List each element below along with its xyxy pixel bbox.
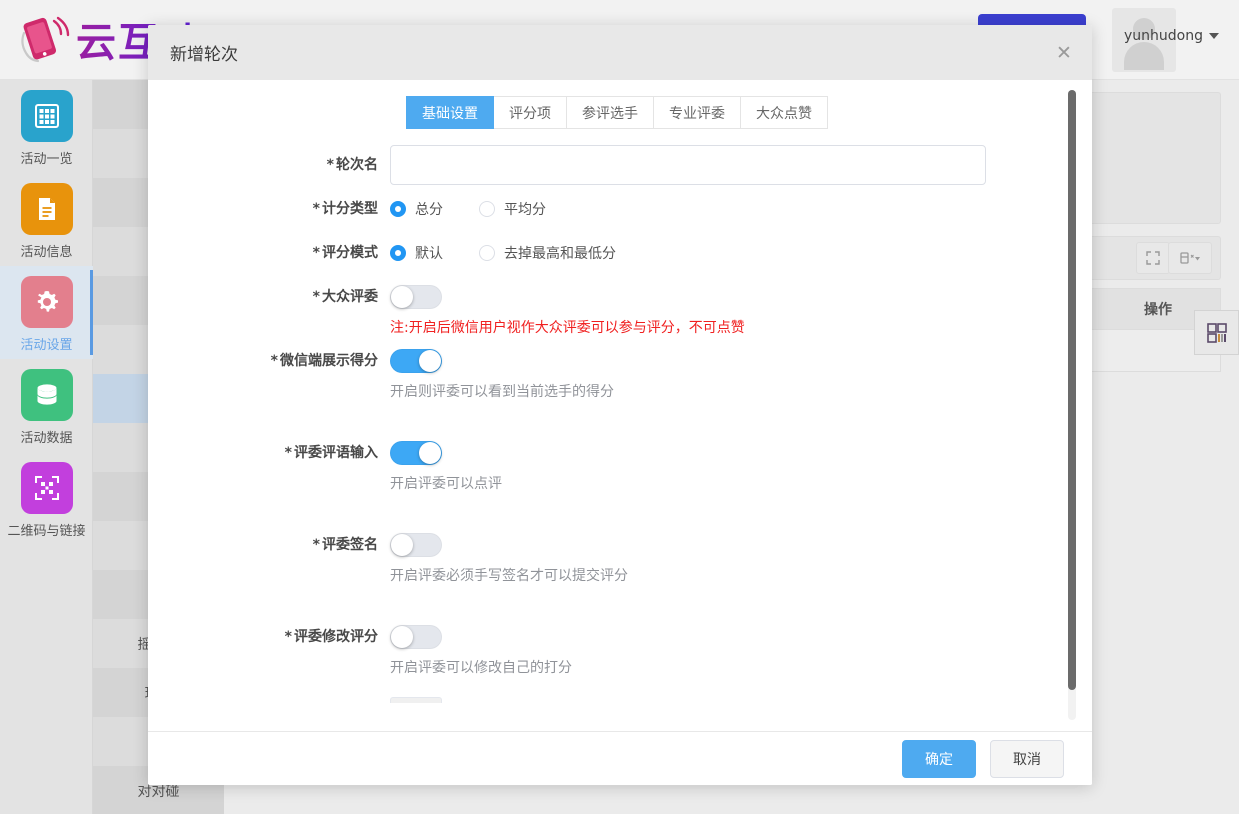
round-form: * 轮次名 * 计分类型 总分 平均分 * 评分模式 默认 去掉最高和最低分 *… (148, 129, 1092, 703)
database-icon (20, 369, 73, 421)
dialog-header: 新增轮次 ✕ (148, 25, 1092, 80)
sidebar-item-label: 活动数据 (20, 431, 73, 446)
judge-signature-switch[interactable] (390, 533, 442, 557)
field-score-mode: * 评分模式 默认 去掉最高和最低分 (148, 233, 1092, 273)
label-wechat-show-score: * 微信端展示得分 (270, 353, 378, 369)
radio-dot (479, 201, 495, 217)
score-mode-option-2[interactable]: 去掉最高和最低分 (479, 243, 616, 263)
field-public-judge: * 大众评委 注:开启后微信用户视作大众评委可以参与评分，不可点赞 (148, 277, 1092, 337)
label-judge-comment: * 评委评语输入 (284, 445, 378, 461)
radio-label: 平均分 (504, 202, 546, 218)
score-type-option-1[interactable]: 总分 (390, 199, 443, 219)
chevron-down-icon (1209, 33, 1219, 39)
gear-icon (20, 276, 73, 328)
score-mode-option-1[interactable]: 默认 (390, 243, 443, 263)
field-judge-comment: * 评委评语输入 开启评委可以点评 (148, 433, 1092, 493)
radio-dot (479, 245, 495, 261)
label-round-name: * 轮次名 (326, 157, 378, 173)
add-round-dialog: 新增轮次 ✕ 基础设置 评分项 参评选手 专业评委 大众点赞 * 轮次名 * 计… (148, 25, 1092, 785)
label-score-mode: * 评分模式 (312, 245, 378, 261)
qrcode-icon (20, 462, 73, 514)
confirm-button[interactable]: 确定 (902, 739, 976, 778)
public-judge-switch[interactable] (390, 285, 442, 309)
sidebar-item-label: 活动设置 (20, 338, 73, 353)
document-icon (20, 183, 73, 235)
field-score-type: * 计分类型 总分 平均分 (148, 189, 1092, 229)
switch-knob (391, 626, 413, 648)
column-settings-icon[interactable] (1168, 242, 1212, 274)
dialog-scrollbar-thumb[interactable] (1068, 90, 1076, 690)
judge-modify-score-hint: 开启评委可以修改自己的打分 (390, 660, 572, 676)
wechat-show-score-hint: 开启则评委可以看到当前选手的得分 (390, 384, 614, 400)
field-judge-signature: * 评委签名 开启评委必须手写签名才可以提交评分 (148, 525, 1092, 585)
user-name-label: yunhudong (1124, 28, 1203, 44)
sidebar-rail: 活动一览活动信息活动设置活动数据二维码与链接 (0, 80, 93, 814)
close-icon[interactable]: ✕ (1052, 41, 1076, 65)
wechat-show-score-switch[interactable] (390, 349, 442, 373)
avatar-body (1124, 42, 1164, 70)
grid-icon (20, 90, 73, 142)
score-type-radio-group: 总分 平均分 (390, 189, 1092, 229)
label-judge-modify-score: * 评委修改评分 (284, 629, 378, 645)
sidebar-item-4[interactable]: 活动数据 (0, 359, 93, 452)
dialog-tabs: 基础设置 评分项 参评选手 专业评委 大众点赞 (148, 96, 1092, 129)
dialog-body: 基础设置 评分项 参评选手 专业评委 大众点赞 * 轮次名 * 计分类型 总分 … (148, 80, 1092, 731)
sidebar-item-label: 活动信息 (20, 245, 73, 260)
phone-hand-icon (14, 11, 70, 67)
tab-1[interactable]: 基础设置 (406, 96, 494, 129)
user-menu[interactable]: yunhudong (1124, 28, 1219, 44)
sidebar-item-label: 二维码与链接 (7, 524, 86, 539)
tab-5[interactable]: 大众点赞 (741, 96, 828, 129)
radio-dot (390, 201, 406, 217)
switch-knob (419, 350, 441, 372)
switch-knob (391, 534, 413, 556)
radio-label: 默认 (415, 246, 443, 262)
field-wechat-show-score: * 微信端展示得分 开启则评委可以看到当前选手的得分 (148, 341, 1092, 401)
field-round-name: * 轮次名 (148, 145, 1092, 185)
label-public-judge: * 大众评委 (312, 289, 378, 305)
cancel-button[interactable]: 取消 (990, 739, 1064, 778)
dialog-footer: 确定 取消 (148, 731, 1092, 785)
tab-4[interactable]: 专业评委 (654, 96, 741, 129)
label-judge-signature: * 评委签名 (312, 537, 378, 553)
field-judge-modify-score: * 评委修改评分 开启评委可以修改自己的打分 (148, 617, 1092, 703)
score-mode-radio-group: 默认 去掉最高和最低分 (390, 233, 1092, 273)
judge-comment-hint: 开启评委可以点评 (390, 476, 502, 492)
radio-label: 去掉最高和最低分 (504, 246, 616, 262)
radio-dot (390, 245, 406, 261)
score-type-option-2[interactable]: 平均分 (479, 199, 546, 219)
tab-3[interactable]: 参评选手 (567, 96, 654, 129)
sidebar-item-label: 活动一览 (20, 152, 73, 167)
dialog-title: 新增轮次 (170, 45, 238, 65)
tab-2[interactable]: 评分项 (494, 96, 567, 129)
clipped-next-control (390, 697, 442, 703)
judge-comment-switch[interactable] (390, 441, 442, 465)
sidebar-item-2[interactable]: 活动信息 (0, 173, 93, 266)
judge-signature-hint: 开启评委必须手写签名才可以提交评分 (390, 568, 628, 584)
judge-modify-score-switch[interactable] (390, 625, 442, 649)
label-score-type: * 计分类型 (312, 201, 378, 217)
round-name-input[interactable] (390, 145, 986, 185)
qr-grid-icon[interactable] (1194, 310, 1239, 355)
public-judge-hint: 注:开启后微信用户视作大众评委可以参与评分，不可点赞 (390, 320, 745, 336)
app-root: 云互动 yunhudong 活动一览活动信息活动设置活动数据二维码与链接 活签大… (0, 0, 1239, 814)
fullscreen-icon[interactable] (1136, 242, 1170, 274)
radio-label: 总分 (415, 202, 443, 218)
switch-knob (419, 442, 441, 464)
sidebar-item-5[interactable]: 二维码与链接 (0, 452, 93, 545)
sidebar-item-1[interactable]: 活动一览 (0, 80, 93, 173)
column-header-action: 操作 (1144, 302, 1172, 318)
switch-knob (391, 286, 413, 308)
sidebar-item-3[interactable]: 活动设置 (0, 266, 93, 359)
